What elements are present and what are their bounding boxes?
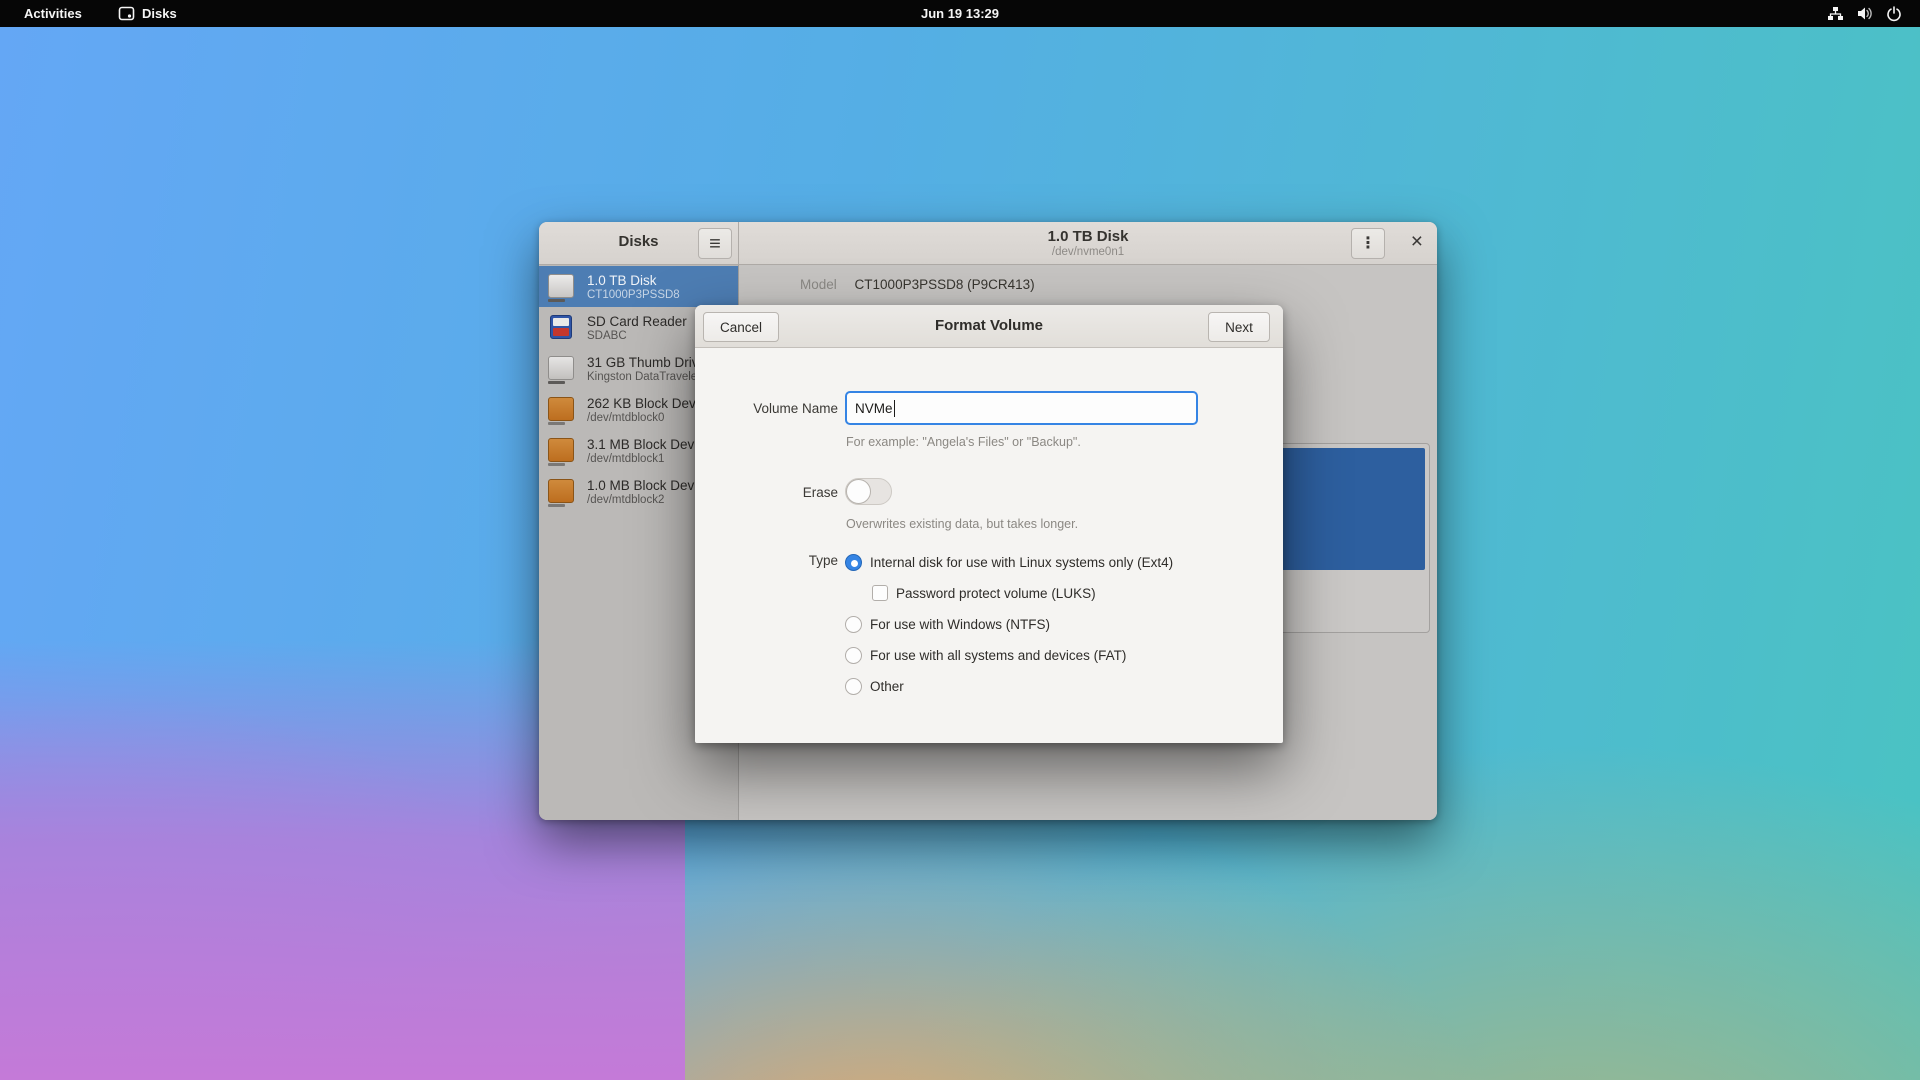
sidebar-item-subtitle: Kingston DataTraveler (587, 370, 701, 383)
clock[interactable]: Jun 19 13:29 (921, 6, 999, 21)
sidebar-item-title: SD Card Reader (587, 313, 687, 329)
disks-app-icon (118, 5, 135, 22)
sidebar-item-title: 31 GB Thumb Drive (587, 354, 707, 370)
block-device-icon (548, 477, 578, 507)
activities-button[interactable]: Activities (24, 0, 82, 27)
type-option-luks[interactable]: Password protect volume (LUKS) (872, 583, 1096, 603)
focused-app-label: Disks (142, 6, 177, 21)
type-option-label: For use with all systems and devices (FA… (870, 647, 1127, 663)
radio-unchecked-icon (845, 646, 862, 664)
hamburger-icon: ≡ (709, 232, 721, 255)
dialog-headerbar: Cancel Format Volume Next (695, 305, 1283, 348)
close-button[interactable]: × (1411, 230, 1423, 254)
erase-toggle[interactable] (845, 478, 892, 505)
sidebar-item-subtitle: SDABC (587, 329, 627, 342)
hard-disk-icon (548, 272, 578, 302)
type-option-ext4[interactable]: Internal disk for use with Linux systems… (845, 552, 1173, 572)
radio-checked-icon (845, 553, 862, 571)
model-value: CT1000P3PSSD8 (P9CR413) (854, 277, 1035, 292)
sidebar-item-subtitle: /dev/mtdblock2 (587, 493, 665, 506)
focused-app-indicator[interactable]: Disks (118, 0, 177, 27)
block-device-icon (548, 436, 578, 466)
model-label: Model (800, 277, 837, 292)
radio-unchecked-icon (845, 615, 862, 633)
sidebar-titlebar[interactable]: Disks ≡ (539, 222, 739, 265)
kebab-icon: ⋮ (1360, 234, 1376, 252)
power-icon[interactable] (1886, 0, 1902, 27)
close-icon: × (1410, 230, 1423, 253)
sidebar-item-subtitle: /dev/mtdblock1 (587, 452, 665, 465)
window-title: 1.0 TB Disk (1047, 228, 1129, 245)
next-button[interactable]: Next (1208, 312, 1270, 342)
sd-card-icon (548, 313, 578, 343)
volume-name-value: NVMe (855, 400, 893, 416)
radio-unchecked-icon (845, 677, 862, 695)
toggle-knob (846, 479, 871, 504)
type-option-label: Password protect volume (LUKS) (896, 585, 1096, 601)
type-option-label: Internal disk for use with Linux systems… (870, 554, 1174, 570)
window-subtitle: /dev/nvme0n1 (1051, 246, 1125, 258)
thumb-drive-icon (548, 354, 578, 384)
dialog-title: Format Volume (934, 317, 1044, 334)
network-icon[interactable] (1827, 0, 1844, 27)
type-option-ntfs[interactable]: For use with Windows (NTFS) (845, 614, 1050, 634)
type-option-label: Other (870, 678, 904, 694)
checkbox-unchecked-icon (872, 585, 888, 601)
activities-label: Activities (24, 6, 82, 21)
erase-hint: Overwrites existing data, but takes long… (846, 517, 1079, 531)
drive-menu-button[interactable]: ⋮ (1351, 228, 1385, 259)
type-option-fat[interactable]: For use with all systems and devices (FA… (845, 645, 1126, 665)
sidebar-item-title: 1.0 MB Block Device (587, 477, 712, 493)
model-row: Model CT1000P3PSSD8 (P9CR413) (800, 277, 1035, 292)
erase-label: Erase (802, 485, 838, 500)
type-option-label: For use with Windows (NTFS) (870, 616, 1051, 632)
sidebar-item-title: 3.1 MB Block Device (587, 436, 712, 452)
sidebar-item-nvme-disk[interactable]: 1.0 TB Disk CT1000P3PSSD8 (539, 266, 738, 307)
main-titlebar[interactable]: 1.0 TB Disk /dev/nvme0n1 ⋮ × (739, 222, 1437, 265)
volume-name-label: Volume Name (753, 401, 838, 416)
sidebar-item-title: 1.0 TB Disk (587, 272, 657, 288)
primary-menu-button[interactable]: ≡ (698, 228, 732, 259)
top-bar: Activities Disks Jun 19 13:29 (0, 0, 1920, 27)
volume-name-hint: For example: "Angela's Files" or "Backup… (846, 435, 1081, 449)
sidebar-item-subtitle: CT1000P3PSSD8 (587, 288, 680, 301)
block-device-icon (548, 395, 578, 425)
volume-name-input[interactable]: NVMe (845, 391, 1198, 425)
type-label: Type (808, 553, 838, 568)
volume-icon[interactable] (1856, 0, 1873, 27)
format-volume-dialog: Cancel Format Volume Next Volume Name NV… (695, 305, 1283, 743)
next-label: Next (1225, 319, 1253, 335)
type-option-other[interactable]: Other (845, 676, 904, 696)
text-cursor (893, 399, 895, 417)
